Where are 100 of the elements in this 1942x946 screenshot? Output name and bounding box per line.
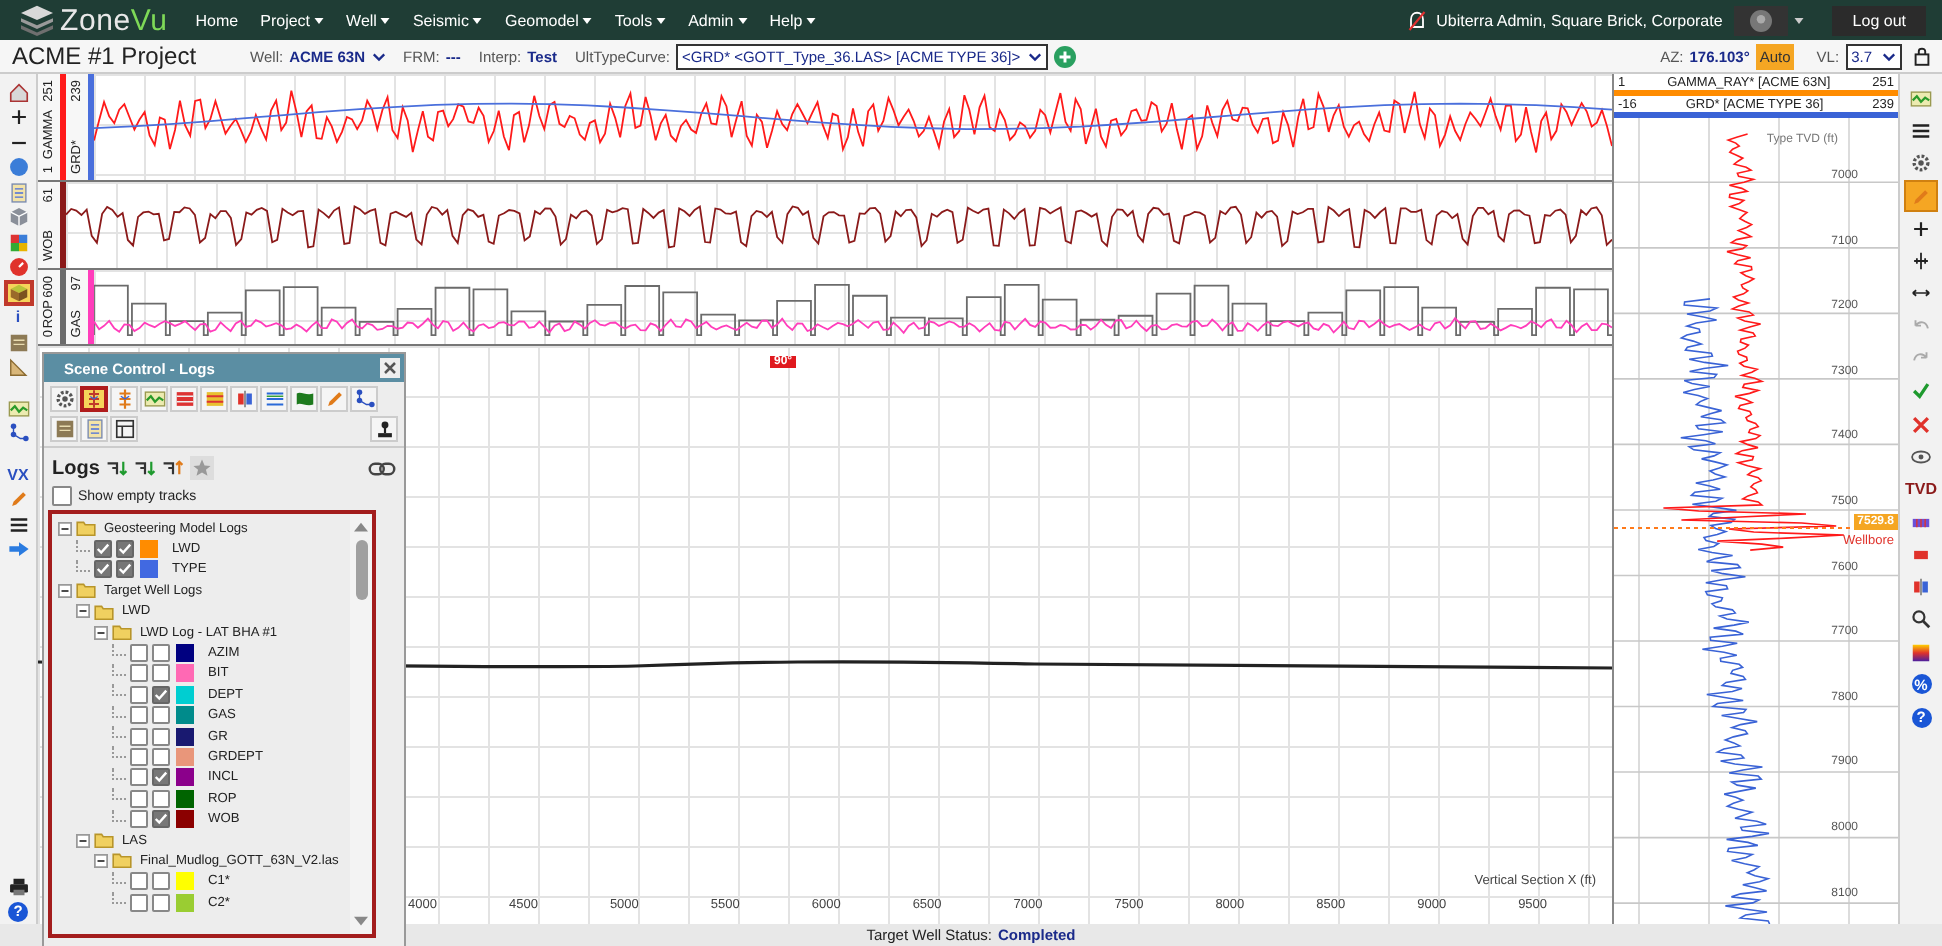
chevron-icon bbox=[371, 51, 386, 61]
color-swatch[interactable] bbox=[176, 768, 194, 787]
plus-icon bbox=[7, 106, 29, 129]
nav-link[interactable]: Home bbox=[195, 11, 239, 29]
checkbox[interactable] bbox=[52, 486, 72, 506]
checkbox[interactable] bbox=[152, 685, 170, 704]
list-icon bbox=[1910, 119, 1932, 142]
collapse-icon[interactable] bbox=[58, 521, 72, 536]
checkbox[interactable] bbox=[130, 768, 148, 787]
avatar-icon bbox=[1750, 9, 1773, 31]
scrollbar-thumb[interactable] bbox=[355, 540, 367, 600]
caret-icon bbox=[806, 17, 817, 23]
checkbox[interactable] bbox=[152, 768, 170, 787]
checkbox[interactable] bbox=[130, 893, 148, 912]
toolbar-button[interactable]: TVD bbox=[1904, 473, 1938, 506]
lock-icon[interactable] bbox=[1914, 46, 1930, 66]
gauge-icon bbox=[7, 256, 29, 279]
checkbox[interactable] bbox=[152, 872, 170, 891]
checkbox[interactable] bbox=[130, 685, 148, 704]
caret-icon bbox=[472, 17, 483, 23]
checkbox[interactable] bbox=[152, 810, 170, 829]
color-swatch[interactable] bbox=[176, 747, 194, 766]
checkbox[interactable] bbox=[130, 727, 148, 746]
color-swatch[interactable] bbox=[176, 644, 194, 663]
collapse-icon[interactable] bbox=[94, 625, 108, 640]
split-icon bbox=[233, 388, 255, 410]
toolbar-button[interactable]: i bbox=[3, 305, 33, 330]
crosshair-icon bbox=[1910, 250, 1932, 273]
nodes-icon bbox=[353, 388, 375, 410]
logo-text[interactable]: ZoneVu bbox=[60, 3, 168, 37]
map-icon bbox=[7, 231, 29, 254]
checkbox[interactable] bbox=[152, 664, 170, 683]
color-swatch[interactable] bbox=[176, 706, 194, 725]
color-swatch[interactable] bbox=[176, 685, 194, 704]
plus-icon bbox=[1910, 217, 1932, 240]
collapse-icon[interactable] bbox=[58, 583, 72, 598]
home-icon bbox=[7, 81, 29, 104]
color-swatch[interactable] bbox=[176, 893, 194, 912]
checkbox[interactable] bbox=[130, 789, 148, 808]
checkbox[interactable] bbox=[116, 540, 134, 559]
color-swatch[interactable] bbox=[140, 560, 158, 579]
folder-icon bbox=[76, 520, 96, 537]
checkbox[interactable] bbox=[130, 810, 148, 829]
checkbox[interactable] bbox=[152, 747, 170, 766]
joystick-icon bbox=[373, 418, 395, 440]
checkbox[interactable] bbox=[94, 540, 112, 559]
collapse-icon[interactable] bbox=[94, 853, 108, 868]
checkbox[interactable] bbox=[130, 872, 148, 891]
color-swatch[interactable] bbox=[176, 789, 194, 808]
color-swatch[interactable] bbox=[176, 727, 194, 746]
checkbox[interactable] bbox=[152, 789, 170, 808]
checkbox[interactable] bbox=[152, 706, 170, 725]
close-icon[interactable] bbox=[380, 358, 400, 378]
color-swatch[interactable] bbox=[176, 664, 194, 683]
section-title: Logs bbox=[52, 457, 100, 479]
logout-button[interactable]: Log out bbox=[1832, 5, 1926, 35]
layers-icon bbox=[7, 331, 29, 354]
printer-icon bbox=[7, 875, 29, 898]
star-icon[interactable] bbox=[189, 456, 214, 480]
color-swatch[interactable] bbox=[176, 872, 194, 891]
checkbox[interactable] bbox=[152, 893, 170, 912]
checkbox[interactable] bbox=[130, 664, 148, 683]
caret-icon bbox=[656, 17, 667, 23]
nav-link[interactable]: Well bbox=[346, 11, 391, 29]
flag-icon bbox=[293, 388, 315, 410]
layers-logo-icon bbox=[18, 4, 56, 36]
caret-icon bbox=[582, 17, 593, 23]
color-swatch[interactable] bbox=[140, 540, 158, 559]
pencil-icon bbox=[1910, 185, 1932, 208]
checkbox[interactable] bbox=[152, 644, 170, 663]
collapse-icon[interactable] bbox=[76, 604, 90, 619]
search-icon bbox=[1910, 608, 1932, 631]
checkbox[interactable] bbox=[130, 644, 148, 663]
checkbox[interactable] bbox=[130, 706, 148, 725]
avatar-button[interactable] bbox=[1734, 5, 1789, 35]
color-swatch[interactable] bbox=[176, 810, 194, 829]
cube-icon bbox=[7, 206, 29, 229]
toolbar-button[interactable]: VX bbox=[3, 462, 33, 487]
checkbox[interactable] bbox=[152, 727, 170, 746]
muted-bell-icon[interactable] bbox=[1408, 9, 1427, 31]
nav-link[interactable]: Project bbox=[260, 11, 325, 29]
scrollbar[interactable] bbox=[350, 514, 372, 934]
close-icon bbox=[1910, 413, 1932, 436]
nav-link[interactable]: Help bbox=[769, 11, 817, 29]
checkbox[interactable] bbox=[94, 560, 112, 579]
nav-link[interactable]: Admin bbox=[688, 11, 748, 29]
nav-link[interactable]: Seismic bbox=[412, 11, 483, 29]
nav-link[interactable]: Geomodel bbox=[504, 11, 593, 29]
arrow-icon bbox=[7, 538, 29, 561]
checkbox[interactable] bbox=[116, 560, 134, 579]
link-icon[interactable] bbox=[368, 459, 396, 477]
caret-icon[interactable] bbox=[1794, 17, 1805, 23]
pencil-icon bbox=[7, 488, 29, 511]
nav-link[interactable]: Tools bbox=[614, 11, 667, 29]
scroll-up-icon[interactable] bbox=[354, 522, 368, 532]
toolbar-button[interactable] bbox=[3, 280, 33, 305]
collapse-icon[interactable] bbox=[76, 833, 90, 848]
checkbox[interactable] bbox=[130, 747, 148, 766]
add-icon[interactable] bbox=[1054, 45, 1077, 67]
panel-icon bbox=[7, 181, 29, 204]
